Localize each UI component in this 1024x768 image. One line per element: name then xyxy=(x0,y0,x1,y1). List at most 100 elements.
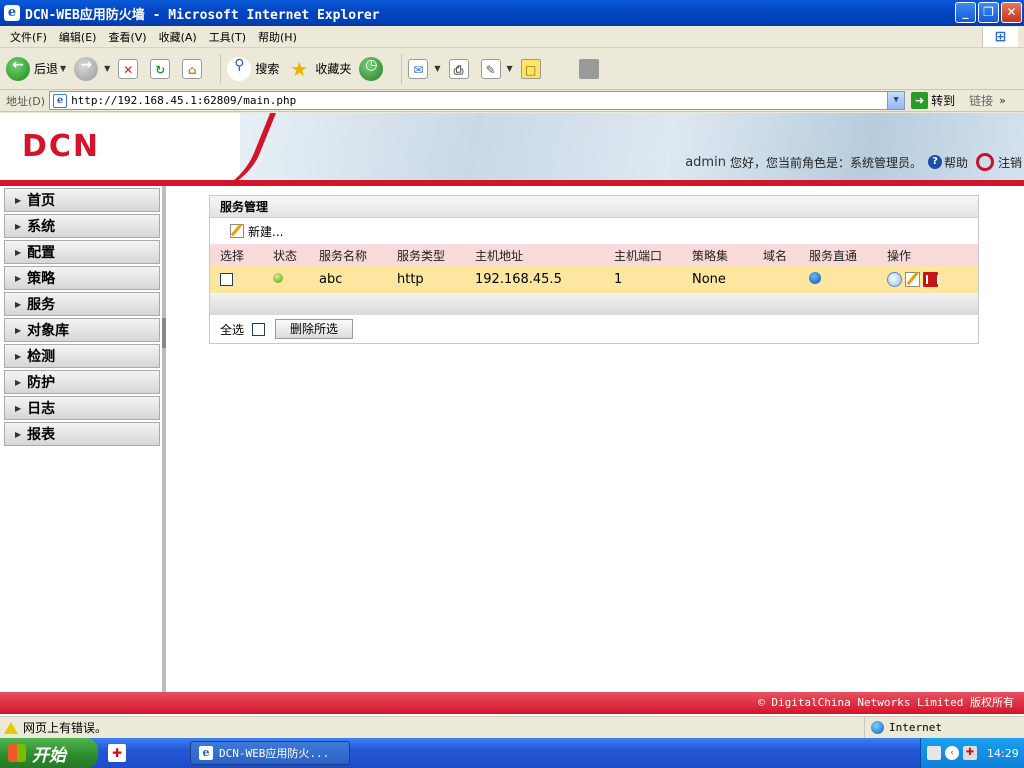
go-arrow-icon: ➜ xyxy=(911,92,929,109)
messenger-button[interactable] xyxy=(578,58,603,79)
tray-expand-icon[interactable]: ‹ xyxy=(945,746,959,760)
back-label: 后退 xyxy=(34,62,59,76)
menu-file[interactable]: 文件(F) xyxy=(4,29,53,45)
new-service-link[interactable]: 新建... xyxy=(210,218,978,244)
row-passthrough-cell xyxy=(799,266,877,293)
mail-button[interactable]: ✉ ▼ xyxy=(408,58,441,79)
keyboard-icon[interactable] xyxy=(927,746,941,760)
sidebar-item-protection[interactable]: ▶ 防护 xyxy=(4,370,160,394)
search-icon: ⚲ xyxy=(227,56,252,81)
select-all-checkbox[interactable] xyxy=(252,322,266,336)
menu-help[interactable]: 帮助(H) xyxy=(252,29,303,45)
user-info: admin 您好，您当前角色是：系统管理员。 ? 帮助 注销 xyxy=(685,153,1022,171)
address-bar: 地址(D) e http://192.168.45.1:62809/main.p… xyxy=(0,90,1024,112)
sidebar-item-service[interactable]: ▶ 服务 xyxy=(4,292,160,316)
address-dropdown-icon[interactable]: ▼ xyxy=(887,92,905,109)
page-content: DCN admin 您好，您当前角色是：系统管理员。 ? 帮助 注销 ▶ 首页 ▶… xyxy=(0,113,1024,716)
discuss-button[interactable]: □ xyxy=(520,58,545,79)
copyright-footer: © DigitalChina Networks Limited 版权所有 xyxy=(0,692,1024,714)
star-icon: ★ xyxy=(290,56,309,81)
close-button[interactable]: ✕ xyxy=(1001,2,1022,23)
dcn-logo: DCN xyxy=(22,129,101,164)
row-checkbox[interactable] xyxy=(220,273,233,286)
passthrough-icon[interactable] xyxy=(809,271,821,284)
sidebar-item-config[interactable]: ▶ 配置 xyxy=(4,240,160,264)
sidebar-item-label: 报表 xyxy=(27,427,56,443)
note-icon: □ xyxy=(520,58,541,79)
search-button[interactable]: ⚲ 搜索 xyxy=(227,56,279,81)
greeting: 您好，您当前角色是：系统管理员。 xyxy=(729,155,922,170)
sidebar-item-policy[interactable]: ▶ 策略 xyxy=(4,266,160,290)
triangle-right-icon: ▶ xyxy=(15,221,22,231)
help-icon[interactable]: ? xyxy=(927,155,942,169)
view-icon[interactable] xyxy=(887,272,902,287)
delete-selected-button[interactable]: 删除所选 xyxy=(275,319,354,339)
taskbar-window-button[interactable]: e DCN-WEB应用防火... xyxy=(190,741,350,765)
start-button[interactable]: 开始 xyxy=(0,738,98,768)
menu-edit[interactable]: 编辑(E) xyxy=(53,29,103,45)
sidebar-item-logs[interactable]: ▶ 日志 xyxy=(4,396,160,420)
links-label[interactable]: 链接 xyxy=(969,92,993,109)
toolbar-separator xyxy=(401,53,403,84)
tray-app-icon[interactable]: ✚ xyxy=(963,746,977,760)
logout-link[interactable]: 注销 xyxy=(998,154,1022,171)
row-host: 192.168.45.5 xyxy=(465,266,604,293)
row-name: abc xyxy=(309,266,387,293)
triangle-right-icon: ▶ xyxy=(15,247,22,257)
security-zone: Internet xyxy=(864,717,1024,738)
triangle-right-icon: ▶ xyxy=(15,273,22,283)
panel-title: 服务管理 xyxy=(210,196,978,218)
service-management-panel: 服务管理 新建... 选择 状态 服务名称 服务类型 主机地址 主机端口 策略集… xyxy=(209,195,979,344)
history-button[interactable]: ◷ xyxy=(359,56,387,81)
ie-icon: e xyxy=(4,5,20,21)
stop-button[interactable]: ✕ xyxy=(118,58,142,79)
forward-button[interactable]: → ▼ xyxy=(74,56,110,81)
forward-arrow-icon: → xyxy=(74,56,99,81)
links-chevron-icon[interactable]: » xyxy=(999,94,1006,107)
warning-icon[interactable] xyxy=(4,721,18,734)
quicklaunch-icon[interactable]: ✚ xyxy=(108,744,126,762)
sidebar-collapse-handle[interactable] xyxy=(162,318,166,348)
row-type: http xyxy=(387,266,465,293)
window-title: DCN-WEB应用防火墙 - Microsoft Internet Explor… xyxy=(25,7,380,23)
sidebar-item-label: 策略 xyxy=(27,271,56,287)
sidebar-item-objects[interactable]: ▶ 对象库 xyxy=(4,318,160,342)
go-button[interactable]: ➜ 转到 xyxy=(911,92,955,109)
col-type: 服务类型 xyxy=(387,244,465,266)
refresh-icon: ↻ xyxy=(150,58,171,79)
sidebar-item-system[interactable]: ▶ 系统 xyxy=(4,214,160,238)
select-all-label: 全选 xyxy=(220,322,245,337)
triangle-right-icon: ▶ xyxy=(15,299,22,309)
refresh-button[interactable]: ↻ xyxy=(150,58,174,79)
sidebar-item-reports[interactable]: ▶ 报表 xyxy=(4,422,160,446)
home-button[interactable]: ⌂ xyxy=(182,58,206,79)
zone-label: Internet xyxy=(889,721,942,734)
back-button[interactable]: ← 后退 ▼ xyxy=(6,56,66,81)
menu-tools[interactable]: 工具(T) xyxy=(203,29,252,45)
favorites-button[interactable]: ★ 收藏夹 xyxy=(287,57,351,81)
row-status-cell xyxy=(263,266,309,293)
table-header-row: 选择 状态 服务名称 服务类型 主机地址 主机端口 策略集 域名 服务直通 操作 xyxy=(210,244,978,266)
row-port: 1 xyxy=(604,266,682,293)
status-message[interactable]: 网页上有错误。 xyxy=(23,719,107,736)
favorites-label: 收藏夹 xyxy=(315,62,352,76)
history-icon: ◷ xyxy=(359,56,384,81)
menu-favorites[interactable]: 收藏(A) xyxy=(153,29,203,45)
panel-footer: 全选 删除所选 xyxy=(210,315,978,343)
logout-icon[interactable] xyxy=(975,153,994,171)
new-label: 新建... xyxy=(248,224,284,239)
edit-icon[interactable] xyxy=(905,272,920,287)
restore-button[interactable]: ❐ xyxy=(978,2,999,23)
sidebar-item-detection[interactable]: ▶ 检测 xyxy=(4,344,160,368)
home-icon: ⌂ xyxy=(182,58,203,79)
print-button[interactable]: ⎙ xyxy=(448,58,473,79)
edit-button[interactable]: ✎ ▼ xyxy=(480,58,513,79)
menu-view[interactable]: 查看(V) xyxy=(102,29,152,45)
col-policy: 策略集 xyxy=(682,244,753,266)
minimize-button[interactable]: _ xyxy=(955,2,976,23)
sidebar-item-home[interactable]: ▶ 首页 xyxy=(4,188,160,212)
col-name: 服务名称 xyxy=(309,244,387,266)
delete-icon[interactable] xyxy=(923,272,939,287)
help-link[interactable]: 帮助 xyxy=(944,154,968,171)
address-input[interactable]: e http://192.168.45.1:62809/main.php ▼ xyxy=(49,91,906,110)
